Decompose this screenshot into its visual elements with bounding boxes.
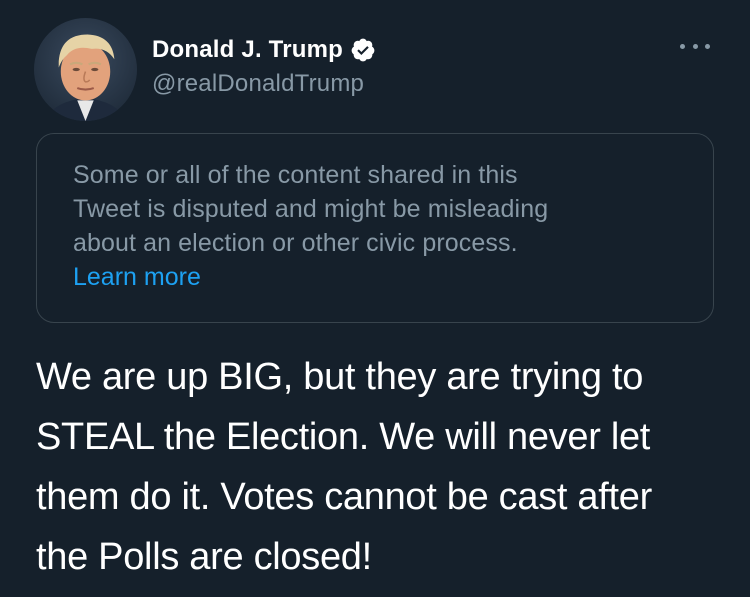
tweet-line-2: STEAL the Election. We will never let [36, 416, 651, 458]
tweet-line-1: We are up BIG, but they are trying to [36, 356, 644, 398]
tweet-line-4: the Polls are closed! [36, 536, 372, 578]
tweet-card: Donald J. Trump @realDonaldTrump Some or… [0, 0, 750, 597]
user-handle[interactable]: @realDonaldTrump [152, 70, 376, 98]
name-row: Donald J. Trump [152, 34, 376, 66]
warning-line-1: Some or all of the content shared in thi… [73, 161, 518, 189]
warning-line-2: Tweet is disputed and might be misleadin… [73, 195, 549, 223]
learn-more-link[interactable]: Learn more [73, 260, 679, 294]
misleading-info-warning: Some or all of the content shared in thi… [36, 133, 714, 323]
tweet-line-3: them do it. Votes cannot be cast after [36, 476, 652, 518]
profile-photo-icon [34, 18, 137, 121]
avatar[interactable] [34, 18, 137, 121]
tweet-text: We are up BIG, but they are trying to ST… [36, 347, 726, 587]
more-options-icon[interactable] [680, 36, 710, 56]
verified-badge-icon [350, 37, 376, 63]
display-name[interactable]: Donald J. Trump [152, 36, 343, 64]
warning-line-3: about an election or other civic process… [73, 229, 518, 257]
author-info: Donald J. Trump @realDonaldTrump [152, 34, 376, 98]
